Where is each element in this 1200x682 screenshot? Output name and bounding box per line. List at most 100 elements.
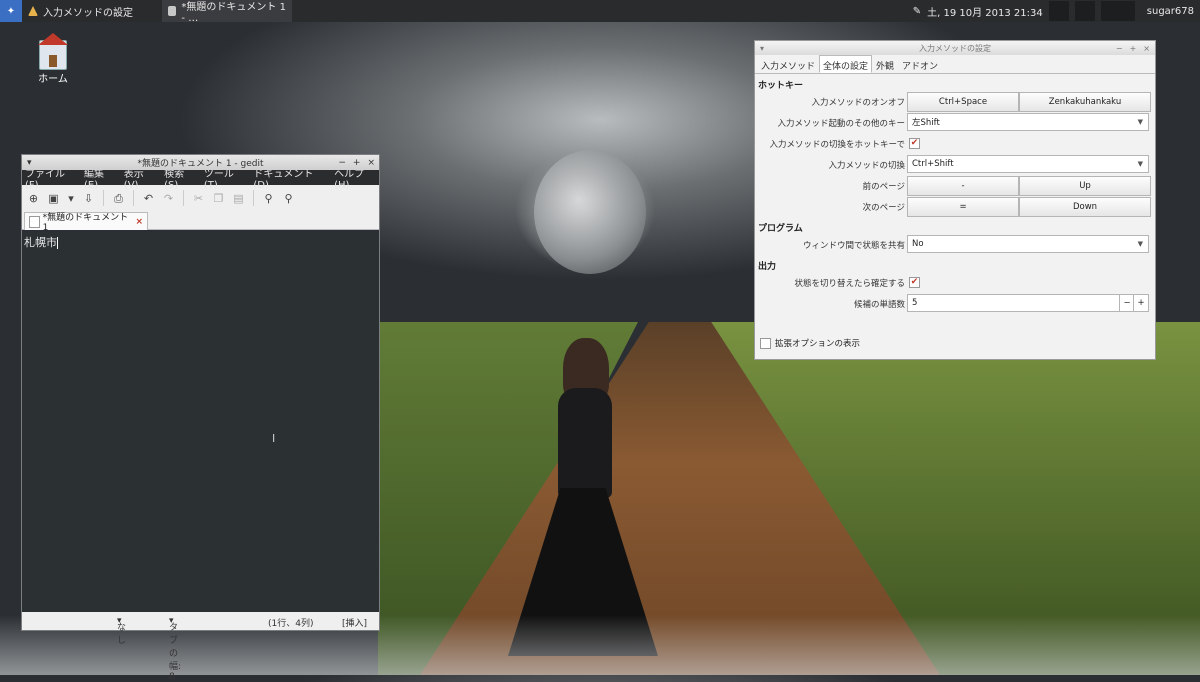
chevron-down-icon: ▼	[1137, 118, 1143, 126]
extended-options-toggle[interactable]: 拡張オプションの表示	[760, 337, 860, 349]
trigger-key-button-2[interactable]: Zenkakuhankaku	[1019, 92, 1151, 112]
window-titlebar[interactable]: ▾ 入力メソッドの設定 − + ×	[755, 41, 1155, 55]
save-icon[interactable]: ⇩	[83, 193, 94, 204]
pen-icon[interactable]: ✎	[913, 6, 921, 17]
open-icon[interactable]: ▣	[48, 193, 59, 204]
document-icon	[168, 6, 177, 16]
clock[interactable]: 土, 19 10月 2013 21:34	[927, 4, 1043, 19]
undo-icon[interactable]: ↶	[143, 193, 154, 204]
close-icon[interactable]: ×	[1143, 44, 1150, 53]
setting-row: 入力メソッドの切換をホットキーで ✔	[755, 133, 1155, 154]
language-selector[interactable]: なし ▾	[117, 616, 126, 646]
tab-global-config[interactable]: 全体の設定	[819, 55, 873, 73]
commit-on-switch-checkbox[interactable]: ✔	[909, 277, 920, 288]
text-editor[interactable]: 札幌市 I	[22, 232, 379, 612]
print-icon[interactable]: ⎙	[113, 193, 124, 204]
minimize-icon[interactable]: −	[1116, 44, 1123, 53]
chevron-down-icon: ▼	[1137, 160, 1143, 168]
tab-addon[interactable]: アドオン	[898, 55, 942, 73]
decrement-icon[interactable]: −	[1119, 295, 1134, 311]
app-menu-button[interactable]: ✦	[0, 0, 22, 22]
open-dropdown-icon[interactable]: ▾	[68, 193, 74, 204]
maximize-icon[interactable]: +	[1130, 44, 1137, 53]
setting-label: 入力メソッドの切換をホットキーで	[769, 140, 906, 150]
share-state-select[interactable]: No ▼	[907, 235, 1149, 253]
toolbar-separator	[183, 190, 184, 206]
section-hotkey: ホットキー	[758, 81, 804, 91]
setting-row: 入力メソッドの切換 Ctrl+Shift ▼	[755, 154, 1155, 175]
setting-row: 前のページ - Up	[755, 175, 1155, 196]
workspace-switcher[interactable]	[1074, 1, 1095, 21]
section-program: プログラム	[758, 224, 803, 234]
workspace-switcher[interactable]	[1100, 1, 1135, 21]
user-menu[interactable]: sugar678	[1141, 6, 1194, 17]
next-page-key-button-2[interactable]: Down	[1019, 197, 1151, 217]
search-replace-icon[interactable]: ⚲	[283, 193, 294, 204]
chevron-down-icon: ▼	[1137, 240, 1143, 248]
home-icon	[39, 40, 67, 70]
workspace-switcher[interactable]	[1048, 1, 1069, 21]
ime-settings-window: ▾ 入力メソッドの設定 − + × 入力メソッド 全体の設定 外観 アドオン ホ…	[754, 40, 1156, 360]
setting-label: 前のページ	[862, 182, 905, 192]
redo-icon[interactable]: ↷	[163, 193, 174, 204]
tab-width-selector[interactable]: タブの幅: 8 ▾	[169, 616, 181, 682]
cut-icon[interactable]: ✂	[193, 193, 204, 204]
setting-label: 状態を切り替えたら確定する	[794, 279, 905, 289]
hotkey-switch-checkbox[interactable]: ✔	[909, 138, 920, 149]
editor-content: 札幌市	[24, 236, 57, 249]
tab-appearance[interactable]: 外観	[872, 55, 898, 73]
extra-key-select[interactable]: 左Shift ▼	[907, 113, 1149, 131]
desktop-home-icon[interactable]: ホーム	[36, 40, 70, 85]
next-page-key-button-1[interactable]: =	[907, 197, 1019, 217]
taskbar-item-label: 入力メソッドの設定	[43, 7, 133, 19]
toolbar-separator	[133, 190, 134, 206]
setting-label: 候補の単語数	[853, 300, 905, 310]
setting-label: ウィンドウ間で状態を共有	[802, 241, 905, 251]
desktop-icon-label: ホーム	[38, 74, 68, 85]
paste-icon[interactable]: ▤	[233, 193, 244, 204]
increment-icon[interactable]: +	[1133, 295, 1148, 311]
taskbar-item-ime-settings[interactable]: 入力メソッドの設定	[22, 0, 146, 22]
wallpaper-moon	[534, 150, 646, 274]
setting-row: 入力メソッド起動のその他のキー 左Shift ▼	[755, 112, 1155, 133]
copy-icon[interactable]: ❐	[213, 193, 224, 204]
extended-options-label: 拡張オプションの表示	[775, 339, 861, 349]
trigger-key-button-1[interactable]: Ctrl+Space	[907, 92, 1019, 112]
window-title: 入力メソッドの設定	[919, 43, 991, 53]
prev-page-key-button-2[interactable]: Up	[1019, 176, 1151, 196]
setting-label: 次のページ	[862, 203, 905, 213]
mouse-ibeam-cursor: I	[272, 432, 276, 445]
status-bar: なし ▾ タブの幅: 8 ▾ (1行、4列) [挿入]	[22, 612, 379, 682]
maximize-icon[interactable]: +	[353, 158, 361, 168]
setting-row: 状態を切り替えたら確定する ✔	[755, 272, 1155, 293]
tab-input-method[interactable]: 入力メソッド	[757, 55, 819, 73]
settings-tabs: 入力メソッド 全体の設定 外観 アドオン	[755, 55, 1155, 74]
close-tab-icon[interactable]: ×	[135, 217, 143, 227]
close-icon[interactable]: ×	[367, 158, 375, 168]
insert-mode: [挿入]	[342, 619, 368, 629]
setting-row: 入力メソッドのオンオフ Ctrl+Space Zenkakuhankaku	[755, 91, 1155, 112]
top-panel: ✦ 入力メソッドの設定 *無題のドキュメント 1 - … あ ✎ 土, 19 1…	[0, 0, 1200, 54]
setting-label: 入力メソッドのオンオフ	[811, 98, 905, 108]
extended-options-checkbox[interactable]	[760, 337, 771, 349]
setting-row: ウィンドウ間で状態を共有 No ▼	[755, 234, 1155, 255]
switch-key-select[interactable]: Ctrl+Shift ▼	[907, 155, 1149, 173]
window-titlebar[interactable]: ▾ *無題のドキュメント 1 - gedit − + ×	[22, 155, 379, 170]
wallpaper-figure	[508, 338, 658, 656]
minimize-icon[interactable]: −	[338, 158, 346, 168]
system-tray: あ ✎ 土, 19 10月 2013 21:34 sugar678	[754, 0, 1200, 54]
prev-page-key-button-1[interactable]: -	[907, 176, 1019, 196]
document-tab[interactable]: *無題のドキュメント 1 ×	[24, 212, 148, 233]
taskbar-item-gedit[interactable]: *無題のドキュメント 1 - …	[162, 0, 292, 24]
search-icon[interactable]: ⚲	[263, 193, 274, 204]
tab-label: *無題のドキュメント 1	[42, 213, 129, 233]
candidate-count-spinner[interactable]: 5 − +	[907, 294, 1149, 312]
menu-bar: ファイル(F) 編集(E) 表示(V) 検索(S) ツール(T) ドキュメント(…	[22, 169, 379, 191]
bird-icon: ✦	[6, 5, 16, 17]
toolbar-separator	[253, 190, 254, 206]
setting-row: 候補の単語数 5 − +	[755, 293, 1155, 314]
new-document-icon[interactable]: ⊕	[28, 193, 39, 204]
document-tabs: *無題のドキュメント 1 ×	[22, 211, 379, 233]
setting-label: 入力メソッド起動のその他のキー	[777, 119, 905, 129]
section-output: 出力	[758, 262, 777, 272]
